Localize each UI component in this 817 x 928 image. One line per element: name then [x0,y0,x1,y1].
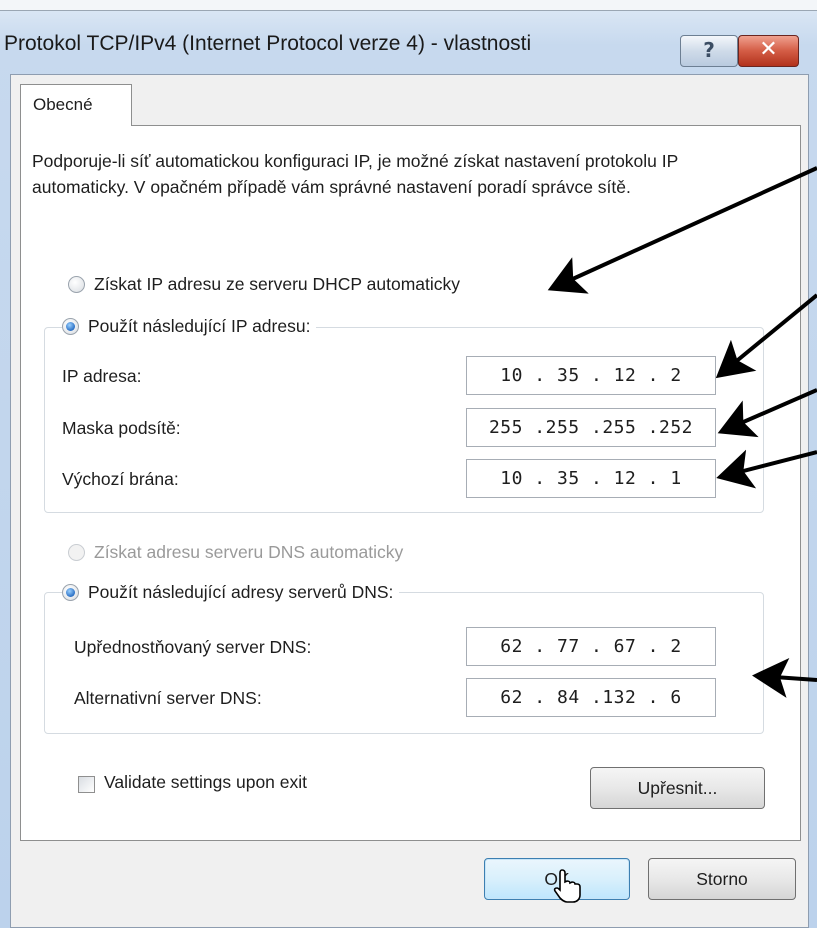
validate-checkbox-label[interactable]: Validate settings upon exit [104,772,307,793]
radio-ip-manual[interactable] [62,318,79,335]
validate-checkbox[interactable] [78,776,95,793]
radio-dns-manual-label: Použít následující adresy serverů DNS: [88,582,394,602]
default-gateway-input[interactable]: 10 . 35 . 12 . 1 [466,459,716,498]
title-bar[interactable]: Protokol TCP/IPv4 (Internet Protocol ver… [0,10,817,74]
default-gateway-label: Výchozí brána: [62,469,179,489]
alternate-dns-label: Alternativní server DNS: [74,688,262,708]
window-title: Protokol TCP/IPv4 (Internet Protocol ver… [4,32,532,55]
subnet-mask-label: Maska podsítě: [62,418,181,438]
radio-row-ip-manual[interactable]: Použít následující IP adresu: [62,316,317,337]
help-button[interactable]: ? [680,35,738,67]
cancel-button[interactable]: Storno [648,858,796,900]
radio-dns-auto-label: Získat adresu serveru DNS automaticky [94,542,404,562]
radio-ip-manual-label: Použít následující IP adresu: [88,316,311,336]
radio-row-dns-auto[interactable]: Získat adresu serveru DNS automaticky [68,542,410,563]
radio-dns-manual[interactable] [62,584,79,601]
help-icon: ? [703,38,715,62]
advanced-button[interactable]: Upřesnit... [590,767,765,809]
alternate-dns-input[interactable]: 62 . 84 .132 . 6 [466,678,716,717]
subnet-mask-input[interactable]: 255 .255 .255 .252 [466,408,716,447]
ip-address-label: IP adresa: [62,366,142,386]
description-text: Podporuje-li síť automatickou konfigurac… [32,151,678,197]
close-button[interactable]: ✕ [738,35,799,67]
radio-row-dns-manual[interactable]: Použít následující adresy serverů DNS: [62,582,400,603]
radio-ip-auto[interactable] [68,276,85,293]
radio-row-ip-auto[interactable]: Získat IP adresu ze serveru DHCP automat… [68,274,467,295]
preferred-dns-input[interactable]: 62 . 77 . 67 . 2 [466,627,716,666]
close-icon: ✕ [759,37,778,62]
preferred-dns-label: Upřednostňovaný server DNS: [74,637,312,657]
hand-cursor-icon [553,869,581,903]
ip-address-input[interactable]: 10 . 35 . 12 . 2 [466,356,716,395]
radio-dns-auto[interactable] [68,544,85,561]
radio-ip-auto-label: Získat IP adresu ze serveru DHCP automat… [94,274,461,294]
tab-general[interactable]: Obecné [20,84,132,126]
